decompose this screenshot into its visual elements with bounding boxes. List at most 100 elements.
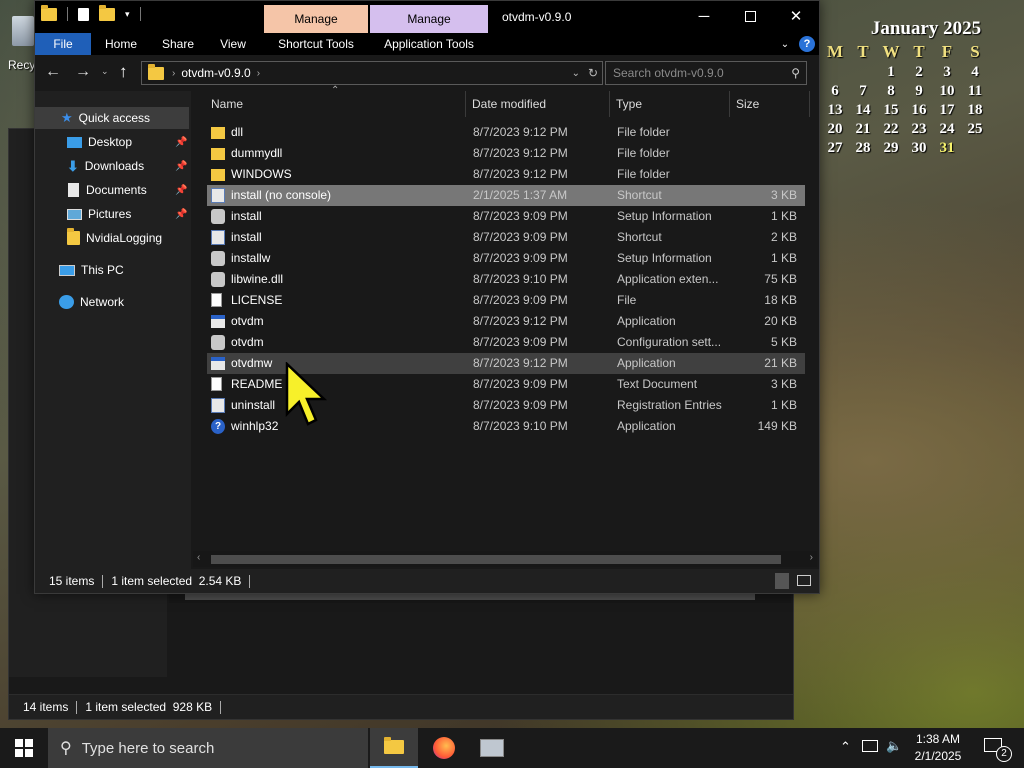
file-name: uninstall [231, 398, 276, 412]
file-row[interactable]: LICENSE 8/7/2023 9:09 PM File 18 KB [207, 290, 805, 311]
display-settings-taskbar-button[interactable] [468, 728, 516, 768]
scroll-right-icon[interactable]: › [810, 552, 813, 563]
calendar-day: 16 [911, 102, 927, 118]
show-hidden-icons-chevron-icon[interactable]: ⌃ [840, 739, 851, 755]
calendar-weekday: S [970, 42, 980, 61]
file-type: Shortcut [617, 230, 662, 244]
network-status-icon[interactable] [862, 740, 878, 752]
breadcrumb-separator-icon[interactable]: › [257, 68, 260, 79]
new-folder-icon[interactable] [99, 4, 115, 21]
refresh-icon[interactable]: ↻ [588, 66, 598, 80]
nav-this-pc[interactable]: This PC [35, 259, 189, 281]
search-box[interactable]: ⚲ [605, 61, 807, 85]
column-header-name[interactable]: Name [207, 91, 466, 117]
file-name: installw [231, 251, 271, 265]
nav-nvidialogging[interactable]: NvidiaLogging [35, 227, 189, 249]
start-button[interactable] [0, 728, 48, 768]
minimize-button[interactable]: ─ [681, 1, 727, 31]
pin-icon[interactable]: 📌 [175, 209, 187, 220]
up-arrow-icon[interactable]: ↑ [119, 62, 128, 82]
file-date: 8/7/2023 9:12 PM [473, 314, 568, 328]
pin-icon[interactable]: 📌 [175, 161, 187, 172]
firefox-taskbar-button[interactable] [420, 728, 468, 768]
file-row[interactable]: WINDOWS 8/7/2023 9:12 PM File folder [207, 164, 805, 185]
details-view-icon[interactable] [775, 573, 789, 589]
breadcrumb-current[interactable]: otvdm-v0.9.0 [181, 66, 250, 80]
pin-icon[interactable]: 📌 [175, 185, 187, 196]
search-icon[interactable]: ⚲ [791, 66, 800, 80]
column-header-type[interactable]: Type [610, 91, 730, 117]
title-bar[interactable]: ▾ Manage Manage otvdm-v0.9.0 ─ ✕ [35, 1, 819, 33]
taskbar-search-box[interactable]: ⚲ Type here to search [48, 728, 368, 768]
taskbar: ⚲ Type here to search ⌃ 🔈 1:38 AM 2/1/20… [0, 728, 1024, 768]
manage-application-context-tab[interactable]: Manage [370, 5, 488, 33]
tab-shortcut-tools[interactable]: Shortcut Tools [264, 33, 368, 55]
nav-documents[interactable]: Documents 📌 [35, 179, 189, 201]
file-name: README [231, 377, 283, 391]
search-input[interactable] [606, 65, 785, 81]
close-button[interactable]: ✕ [773, 1, 819, 31]
tab-application-tools[interactable]: Application Tools [370, 33, 488, 55]
column-label: Size [736, 97, 760, 111]
volume-muted-icon[interactable]: 🔈 [886, 738, 902, 754]
expand-ribbon-icon[interactable]: ⌄ [775, 33, 795, 55]
download-arrow-icon: ⬇ [67, 157, 79, 174]
background-status-bar: 14 items 1 item selected 928 KB [9, 694, 793, 719]
calendar-day: 21 [855, 121, 871, 137]
nav-pictures[interactable]: Pictures 📌 [35, 203, 189, 225]
file-date: 8/7/2023 9:09 PM [473, 251, 568, 265]
ribbon-tabs: File Home Share View Shortcut Tools Appl… [35, 33, 819, 55]
file-row[interactable]: install (no console) 2/1/2025 1:37 AM Shor… [207, 185, 805, 206]
calendar-day: 18 [967, 102, 983, 118]
file-name: otvdm [231, 335, 264, 349]
taskbar-clock[interactable]: 1:38 AM 2/1/2025 [908, 731, 968, 765]
nav-quick-access[interactable]: ★ Quick access [35, 107, 189, 129]
file-row[interactable]: install 8/7/2023 9:09 PM Shortcut 2 KB [207, 227, 805, 248]
calendar-weekday: F [941, 42, 953, 61]
recycle-bin-icon[interactable]: Recy [0, 10, 35, 72]
folder-icon [67, 228, 80, 245]
tab-share[interactable]: Share [151, 33, 205, 55]
tab-home[interactable]: Home [93, 33, 149, 55]
folder-icon [211, 148, 225, 160]
large-icons-view-icon[interactable] [797, 575, 811, 586]
maximize-button[interactable] [727, 1, 773, 31]
file-explorer-taskbar-button[interactable] [370, 728, 418, 768]
nav-downloads[interactable]: ⬇ Downloads 📌 [35, 155, 189, 177]
file-row[interactable]: libwine.dll 8/7/2023 9:10 PM Application e… [207, 269, 805, 290]
file-row[interactable]: dummydll 8/7/2023 9:12 PM File folder [207, 143, 805, 164]
calendar-day: 20 [827, 121, 843, 137]
tab-view[interactable]: View [207, 33, 259, 55]
file-row[interactable]: install 8/7/2023 9:09 PM Setup Information… [207, 206, 805, 227]
nav-label: NvidiaLogging [86, 231, 163, 245]
pin-icon[interactable]: 📌 [175, 137, 187, 148]
file-row[interactable]: installw 8/7/2023 9:09 PM Setup Informatio… [207, 248, 805, 269]
column-label: Type [616, 97, 643, 111]
address-bar[interactable]: › otvdm-v0.9.0 › ⌄ ↻ [141, 61, 603, 85]
file-row[interactable]: otvdm 8/7/2023 9:12 PM Application 20 KB [207, 311, 805, 332]
quick-access-toolbar: ▾ [41, 4, 141, 21]
nav-desktop[interactable]: Desktop 📌 [35, 131, 189, 153]
forward-arrow-icon[interactable]: → [75, 63, 91, 81]
column-header-size[interactable]: Size [730, 91, 810, 117]
breadcrumb-separator-icon[interactable]: › [172, 68, 175, 79]
file-row[interactable]: dll 8/7/2023 9:12 PM File folder [207, 122, 805, 143]
scrollbar-thumb[interactable] [211, 555, 781, 564]
chevron-down-icon[interactable]: ▾ [125, 9, 130, 20]
recent-locations-chevron-icon[interactable]: ⌄ [101, 66, 109, 77]
help-icon[interactable]: ? [799, 36, 815, 52]
scroll-left-icon[interactable]: ‹ [197, 552, 200, 563]
nav-network[interactable]: Network [35, 291, 189, 313]
file-date: 8/7/2023 9:09 PM [473, 209, 568, 223]
back-arrow-icon[interactable]: ← [45, 63, 61, 81]
star-icon: ★ [61, 110, 73, 125]
manage-shortcut-context-tab[interactable]: Manage [264, 5, 368, 33]
window-title: otvdm-v0.9.0 [502, 10, 572, 24]
tab-file[interactable]: File [35, 33, 91, 55]
address-dropdown-icon[interactable]: ⌄ [572, 68, 580, 79]
horizontal-scrollbar[interactable]: ‹ › [193, 551, 817, 567]
file-row[interactable]: otvdm 8/7/2023 9:09 PM Configuration sett.… [207, 332, 805, 353]
column-header-date[interactable]: Date modified [466, 91, 610, 117]
explorer-window[interactable]: ▾ Manage Manage otvdm-v0.9.0 ─ ✕ File Ho… [34, 0, 820, 594]
properties-icon[interactable] [78, 7, 89, 21]
